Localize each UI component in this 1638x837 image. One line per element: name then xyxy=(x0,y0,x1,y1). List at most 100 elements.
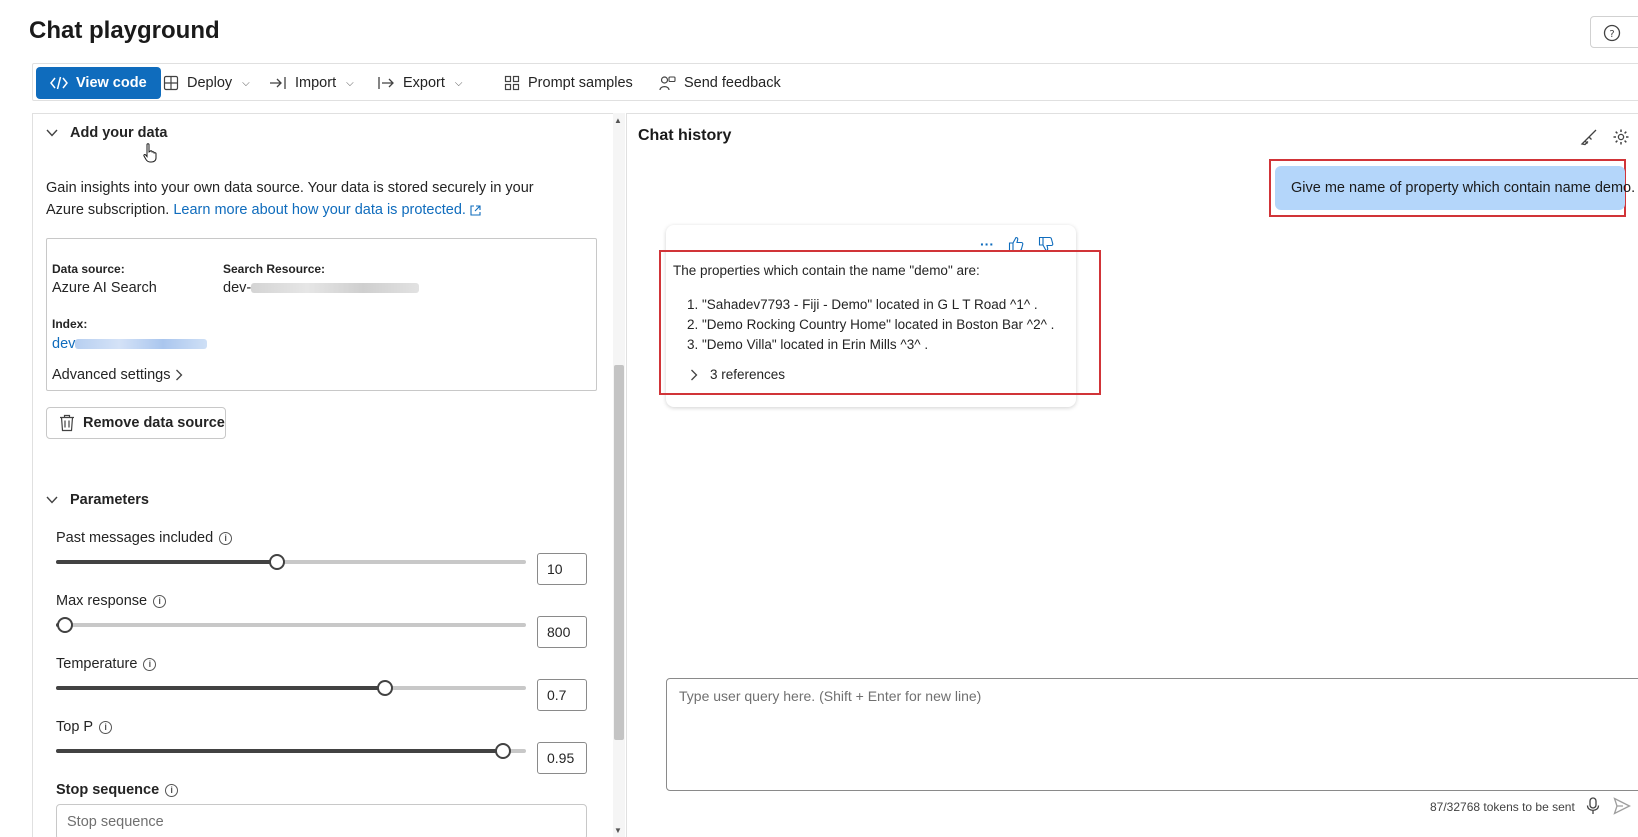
parameters-title: Parameters xyxy=(70,492,149,508)
slider-thumb[interactable] xyxy=(268,554,285,570)
past-messages-slider[interactable] xyxy=(56,552,526,572)
scroll-down-icon[interactable]: ▼ xyxy=(614,826,622,835)
scroll-up-icon[interactable]: ▲ xyxy=(614,116,622,125)
info-icon[interactable]: i xyxy=(143,657,157,671)
learn-more-text: Learn more about how your data is protec… xyxy=(173,202,466,218)
send-icon[interactable] xyxy=(1613,797,1631,815)
hand-cursor-icon xyxy=(143,143,157,163)
microphone-icon[interactable] xyxy=(1586,797,1600,815)
chevron-down-icon xyxy=(46,496,58,504)
settings-gear-icon[interactable] xyxy=(1612,128,1630,146)
prompt-samples-button[interactable]: Prompt samples xyxy=(500,67,637,99)
feedback-icon xyxy=(659,75,676,92)
user-query-input[interactable]: Type user query here. (Shift + Enter for… xyxy=(666,678,1638,791)
grid-icon xyxy=(504,75,520,91)
export-button[interactable]: Export ⌵ xyxy=(373,67,467,99)
parameters-header[interactable]: Parameters xyxy=(46,492,149,508)
remove-data-source-button[interactable]: Remove data source xyxy=(46,407,226,439)
advanced-settings-link[interactable]: Advanced settings xyxy=(52,367,183,383)
assistant-result-list: 1. "Sahadev7793 - Fiji - Demo" located i… xyxy=(687,295,1054,355)
data-source-value: Azure AI Search xyxy=(52,280,157,296)
chevron-down-icon: ⌵ xyxy=(346,77,354,89)
top-p-label: Top P i xyxy=(56,719,113,735)
temperature-text: Temperature xyxy=(56,656,138,672)
stop-sequence-label: Stop sequence i xyxy=(56,782,179,798)
send-feedback-button[interactable]: Send feedback xyxy=(655,67,785,99)
add-data-title: Add your data xyxy=(70,125,168,141)
external-link-icon xyxy=(470,205,481,216)
max-response-label: Max response i xyxy=(56,593,167,609)
data-source-label: Data source: xyxy=(52,262,125,276)
search-resource-value: dev- xyxy=(223,280,420,296)
clear-chat-icon[interactable] xyxy=(1580,128,1598,146)
trash-icon xyxy=(59,414,75,432)
chat-history-title: Chat history xyxy=(638,127,732,144)
prompt-samples-label: Prompt samples xyxy=(528,75,633,91)
token-count: 87/32768 tokens to be sent xyxy=(1430,800,1575,814)
top-p-slider[interactable] xyxy=(56,741,526,761)
deploy-icon xyxy=(163,75,179,91)
top-p-input[interactable]: 0.95 xyxy=(537,742,587,774)
past-messages-label: Past messages included i xyxy=(56,530,233,546)
chevron-right-icon xyxy=(175,369,183,381)
remove-data-source-label: Remove data source xyxy=(83,415,225,431)
import-label: Import xyxy=(295,75,337,91)
list-item: 3. "Demo Villa" located in Erin Mills ^3… xyxy=(687,337,929,352)
temperature-label: Temperature i xyxy=(56,656,157,672)
temperature-input[interactable]: 0.7 xyxy=(537,679,587,711)
index-prefix: dev xyxy=(52,336,76,352)
chevron-down-icon: ⌵ xyxy=(454,77,463,89)
max-response-text: Max response xyxy=(56,593,148,609)
max-response-slider[interactable] xyxy=(56,615,526,635)
info-icon[interactable]: i xyxy=(219,531,233,545)
slider-thumb[interactable] xyxy=(57,617,74,633)
help-icon: ? xyxy=(1603,24,1621,42)
chevron-down-icon xyxy=(46,129,58,137)
export-label: Export xyxy=(403,75,445,91)
add-data-description: Gain insights into your own data source.… xyxy=(46,177,566,221)
help-button[interactable]: ? xyxy=(1590,16,1638,48)
info-icon[interactable]: i xyxy=(165,783,179,797)
info-icon[interactable]: i xyxy=(99,720,113,734)
top-p-text: Top P xyxy=(56,719,94,735)
page-title: Chat playground xyxy=(29,17,220,44)
slider-fill xyxy=(56,560,277,564)
references-toggle[interactable]: 3 references xyxy=(690,367,785,382)
stop-sequence-text: Stop sequence xyxy=(56,782,160,798)
past-messages-text: Past messages included xyxy=(56,530,214,546)
search-resource-label: Search Resource: xyxy=(223,262,326,276)
import-button[interactable]: Import ⌵ xyxy=(265,67,358,99)
scrollbar-thumb[interactable] xyxy=(614,365,624,740)
chevron-right-icon xyxy=(690,369,698,381)
deploy-button[interactable]: Deploy ⌵ xyxy=(159,67,254,99)
temperature-slider[interactable] xyxy=(56,678,526,698)
index-label: Index: xyxy=(52,317,88,331)
view-code-label: View code xyxy=(76,75,147,91)
slider-thumb[interactable] xyxy=(494,743,511,759)
list-item: 2. "Demo Rocking Country Home" located i… xyxy=(687,317,1055,332)
slider-fill xyxy=(56,749,503,753)
slider-thumb[interactable] xyxy=(377,680,393,696)
advanced-settings-label: Advanced settings xyxy=(52,367,171,383)
info-icon[interactable]: i xyxy=(153,594,167,608)
index-link[interactable]: dev xyxy=(52,336,208,352)
list-item: 1. "Sahadev7793 - Fiji - Demo" located i… xyxy=(687,297,1038,312)
user-message-bubble: Give me name of property which contain n… xyxy=(1275,166,1635,210)
stop-sequence-input[interactable]: Stop sequence xyxy=(56,804,587,837)
redacted-text xyxy=(75,339,208,350)
redacted-text xyxy=(251,283,420,294)
import-icon xyxy=(269,76,287,90)
add-data-header[interactable]: Add your data xyxy=(46,125,167,141)
view-code-button[interactable]: View code xyxy=(36,67,161,99)
setup-panel xyxy=(32,113,625,837)
toolbar: View code Deploy ⌵ Import ⌵ Export ⌵ Pro… xyxy=(32,63,1638,101)
slider-track xyxy=(56,623,526,627)
chevron-down-icon: ⌵ xyxy=(242,77,250,89)
past-messages-input[interactable]: 10 xyxy=(537,553,587,585)
code-icon xyxy=(50,76,68,90)
export-icon xyxy=(377,76,395,90)
send-feedback-label: Send feedback xyxy=(684,75,781,91)
slider-fill xyxy=(56,686,385,690)
max-response-input[interactable]: 800 xyxy=(537,616,587,648)
learn-more-link[interactable]: Learn more about how your data is protec… xyxy=(173,202,481,218)
